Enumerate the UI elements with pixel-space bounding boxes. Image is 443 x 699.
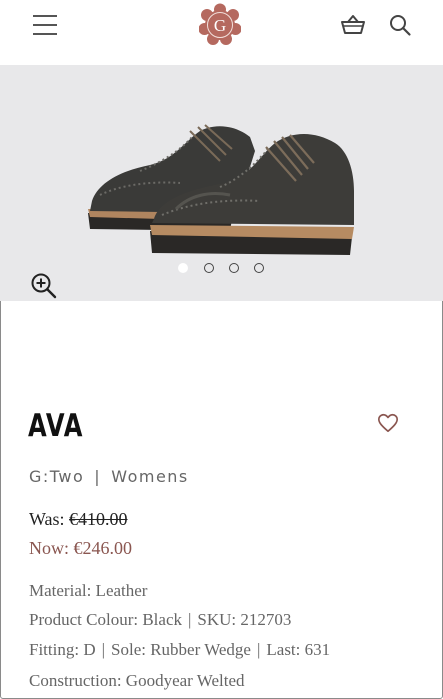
- logo-letter: G: [214, 16, 226, 35]
- spec-sku: SKU: 212703: [197, 610, 292, 629]
- spec-construction: Construction: Goodyear Welted: [29, 671, 245, 690]
- spec-separator: |: [101, 640, 106, 659]
- now-price: €246.00: [73, 538, 133, 558]
- gallery-dot-2[interactable]: [204, 263, 214, 273]
- site-header: G: [0, 0, 443, 65]
- now-price-row: Now: €246.00: [29, 538, 132, 559]
- search-icon[interactable]: [388, 13, 412, 37]
- spec-fitting-row: Fitting: D | Sole: Rubber Wedge | Last: 631: [29, 640, 330, 660]
- heart-icon[interactable]: [377, 412, 399, 434]
- brand-logo[interactable]: G: [199, 3, 241, 45]
- zoom-in-icon[interactable]: [30, 272, 58, 300]
- spec-sole: Sole: Rubber Wedge: [111, 640, 251, 659]
- gallery-dot-1[interactable]: [178, 263, 188, 273]
- product-range-line: G:Two | Womens: [29, 467, 189, 486]
- spec-colour-sku-row: Product Colour: Black | SKU: 212703: [29, 610, 291, 630]
- gallery-dot-4[interactable]: [254, 263, 264, 273]
- was-price-row: Was: €410.00: [29, 509, 128, 530]
- spec-last: Last: 631: [266, 640, 331, 659]
- product-image-gallery[interactable]: [0, 65, 443, 301]
- product-title: AVA: [28, 408, 84, 444]
- spec-separator: |: [256, 640, 261, 659]
- range-separator: |: [94, 467, 102, 486]
- spec-material: Material: Leather: [29, 581, 148, 600]
- product-category[interactable]: Womens: [111, 467, 189, 486]
- spec-separator: |: [187, 610, 192, 629]
- was-label: Was:: [29, 509, 65, 529]
- basket-icon[interactable]: [340, 13, 366, 37]
- product-range[interactable]: G:Two: [29, 467, 84, 486]
- now-label: Now:: [29, 538, 69, 558]
- was-price: €410.00: [69, 509, 128, 529]
- spec-fitting: Fitting: D: [29, 640, 96, 659]
- hamburger-menu-icon[interactable]: [33, 14, 57, 36]
- product-image-shoes[interactable]: [80, 91, 370, 261]
- gallery-dot-3[interactable]: [229, 263, 239, 273]
- spec-colour: Product Colour: Black: [29, 610, 182, 629]
